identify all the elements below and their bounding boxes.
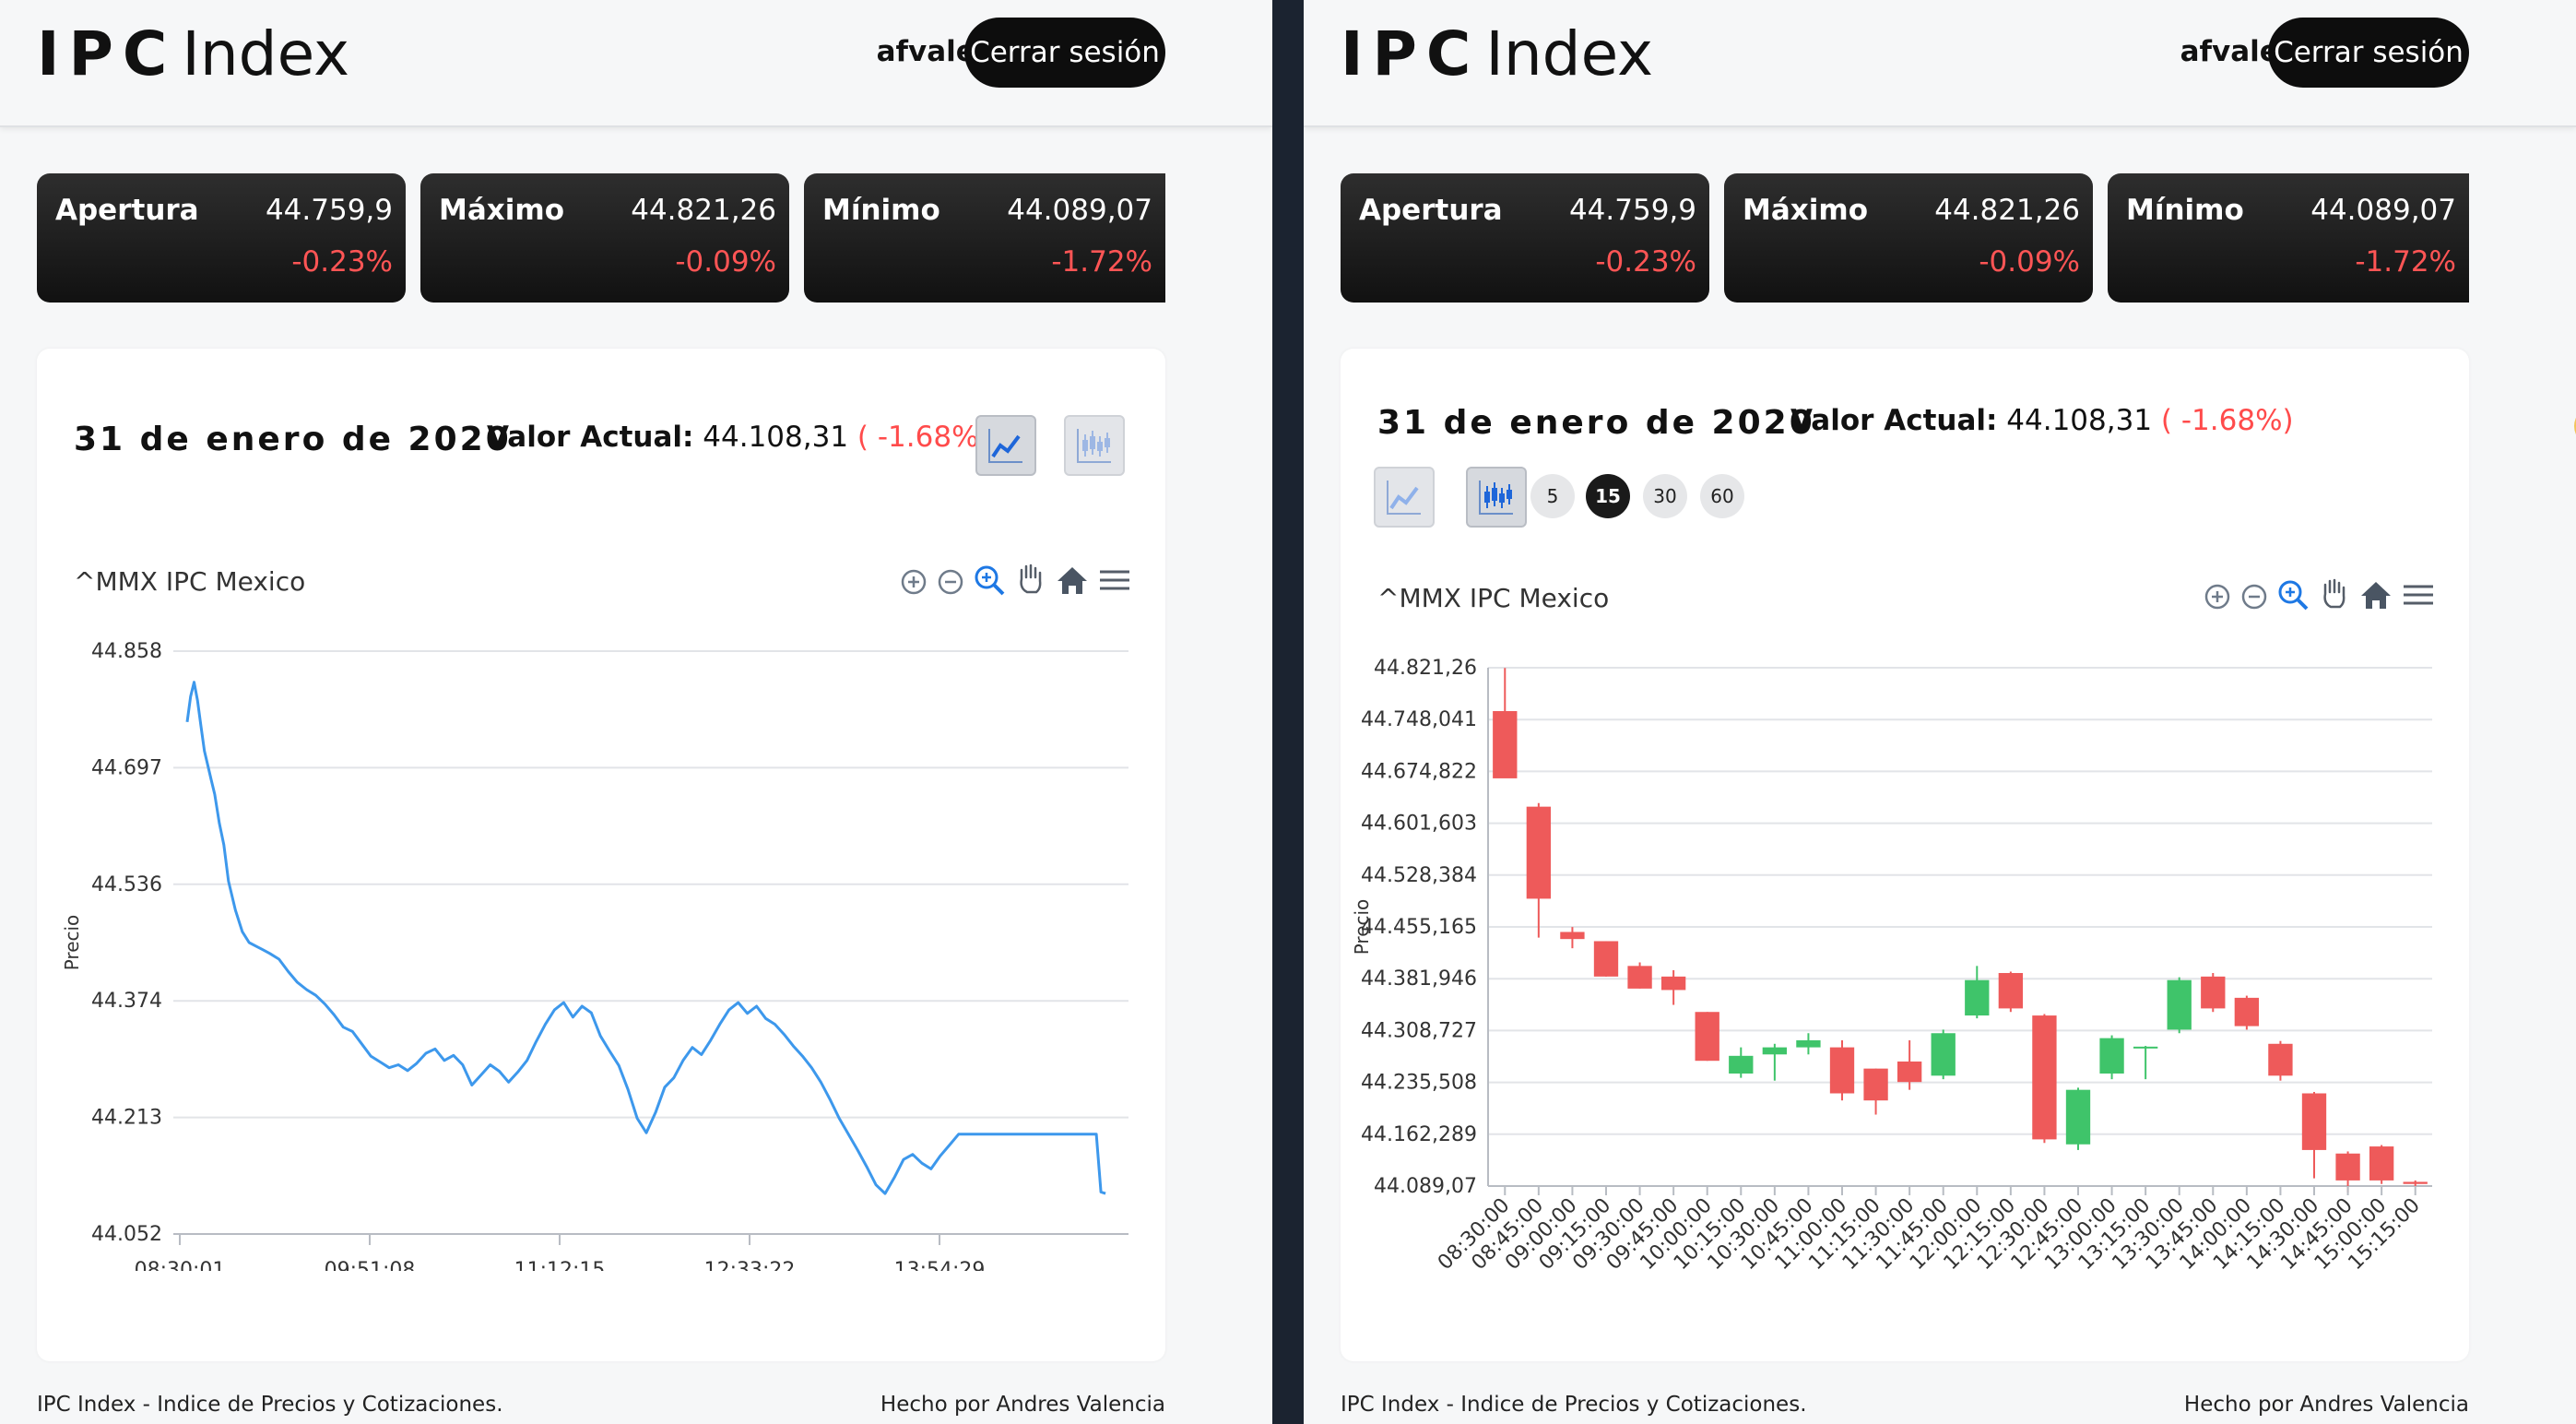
candle-body xyxy=(2065,1089,2091,1145)
logo-light: Index xyxy=(1485,18,1654,89)
panel-divider xyxy=(1272,0,1304,1424)
stat-value: 44.089,07 xyxy=(2310,194,2456,227)
candle-body xyxy=(2234,997,2260,1026)
candle-body xyxy=(1593,941,1619,977)
candle-body xyxy=(1493,711,1518,778)
logo-light: Index xyxy=(182,18,350,89)
candle-body xyxy=(2201,976,2226,1009)
candle-body xyxy=(1526,806,1552,899)
candle-body xyxy=(1829,1047,1855,1094)
stat-change: -1.72% xyxy=(1051,245,1152,279)
candle-body xyxy=(2403,1181,2428,1184)
x-tick-label: 09:51:08 xyxy=(325,1259,416,1271)
y-axis-label: Precio xyxy=(61,915,83,971)
candle-body xyxy=(2301,1093,2327,1150)
footer-left-text: IPC Index - Indice de Precios y Cotizaci… xyxy=(37,1393,503,1417)
footer-left-text: IPC Index - Indice de Precios y Cotizaci… xyxy=(1341,1393,1807,1417)
candlestick-chart: 44.089,07 44.162,289 44.235,508 44.308,727 4… xyxy=(1351,657,2432,1275)
stat-label: Máximo xyxy=(439,194,564,227)
logo-strong: IPC xyxy=(1341,18,1481,89)
app-logo[interactable]: IPCIndex xyxy=(1341,18,1653,89)
chart-card: 31 de enero de 2020 Valor Actual: 44.108… xyxy=(37,349,1165,1361)
header-bar: IPCIndex afvalenciab Cerrar sesión xyxy=(0,0,1272,127)
y-tick-label: 44.381,946 xyxy=(1361,967,1477,991)
candle-body xyxy=(1660,976,1686,991)
footer-right-text: Hecho por Andres Valencia xyxy=(880,1393,1165,1417)
y-tick-label: 44.235,508 xyxy=(1361,1072,1477,1095)
app-logo[interactable]: IPCIndex xyxy=(37,18,349,89)
y-tick-label: 44.455,165 xyxy=(1361,916,1477,939)
stat-change: -1.72% xyxy=(2355,245,2456,279)
y-tick-label: 44.089,07 xyxy=(1374,1175,1477,1198)
stat-card-minimo: Mínimo 44.089,07 -1.72% xyxy=(804,173,1165,303)
candle-body xyxy=(2268,1043,2293,1076)
browser-panel-line-view: IPCIndex afvalenciab Cerrar sesión Apert… xyxy=(0,0,1272,1424)
stat-value: 44.759,9 xyxy=(265,194,393,227)
candle-body xyxy=(1998,973,2024,1009)
logo-strong: IPC xyxy=(37,18,177,89)
stat-card-minimo: Mínimo 44.089,07 -1.72% xyxy=(2108,173,2469,303)
stat-label: Mínimo xyxy=(2126,194,2244,227)
candle-body xyxy=(1931,1033,1956,1076)
stat-change: -0.23% xyxy=(291,245,393,279)
candle-body xyxy=(2099,1038,2124,1074)
stat-value: 44.821,26 xyxy=(631,194,776,227)
x-tick-label: 13:54:29 xyxy=(894,1259,986,1271)
x-tick-label: 12:33:22 xyxy=(704,1259,796,1271)
candle-body xyxy=(1627,966,1652,989)
candle-body xyxy=(1762,1047,1788,1055)
stat-label: Apertura xyxy=(55,194,199,227)
stat-change: -0.23% xyxy=(1595,245,1696,279)
stat-label: Máximo xyxy=(1743,194,1868,227)
stat-label: Mínimo xyxy=(822,194,940,227)
y-tick-label: 44.748,041 xyxy=(1361,708,1477,731)
candle-body xyxy=(2335,1153,2360,1181)
y-tick-label: 44.674,822 xyxy=(1361,760,1477,783)
candle-body xyxy=(1863,1068,1888,1101)
stat-card-maximo: Máximo 44.821,26 -0.09% xyxy=(420,173,789,303)
chart-card: 31 de enero de 2020 Valor Actual: 44.108… xyxy=(1341,349,2469,1361)
y-tick-label: 44.308,727 xyxy=(1361,1019,1477,1042)
stat-card-maximo: Máximo 44.821,26 -0.09% xyxy=(1724,173,2093,303)
stat-change: -0.09% xyxy=(675,245,776,279)
header-bar: IPCIndex afvalenciab Cerrar sesión xyxy=(1304,0,2576,127)
x-tick-label: 11:12:15 xyxy=(514,1259,606,1271)
y-tick-label: 44.821,26 xyxy=(1374,657,1477,680)
y-axis-label: Precio xyxy=(1351,899,1373,955)
logout-button[interactable]: Cerrar sesión xyxy=(964,18,1165,88)
stat-card-apertura: Apertura 44.759,9 -0.23% xyxy=(37,173,406,303)
candle-body xyxy=(1965,979,1990,1016)
y-tick-label: 44.697 xyxy=(91,756,162,779)
stat-change: -0.09% xyxy=(1979,245,2080,279)
stat-card-apertura: Apertura 44.759,9 -0.23% xyxy=(1341,173,1709,303)
candle-body xyxy=(1729,1055,1754,1074)
footer-right-text: Hecho por Andres Valencia xyxy=(2183,1393,2469,1417)
x-tick-label: 08:30:01 xyxy=(135,1259,226,1271)
candle-body xyxy=(1897,1061,1922,1083)
candle-body xyxy=(1560,932,1585,940)
candle-body xyxy=(2167,979,2192,1030)
y-tick-label: 44.162,289 xyxy=(1361,1123,1477,1146)
browser-panel-candlestick-view: IPCIndex afvalenciab Cerrar sesión Apert… xyxy=(1304,0,2576,1424)
stat-label: Apertura xyxy=(1359,194,1503,227)
y-tick-label: 44.536 xyxy=(91,873,162,896)
stat-value: 44.821,26 xyxy=(1934,194,2080,227)
y-tick-label: 44.213 xyxy=(91,1107,162,1130)
stat-value: 44.759,9 xyxy=(1568,194,1696,227)
y-tick-label: 44.528,384 xyxy=(1361,864,1477,887)
y-tick-label: 44.858 xyxy=(91,640,162,663)
line-chart: 44.052 44.213 44.374 44.536 44.697 44.858 Prec… xyxy=(61,640,1128,1271)
stat-value: 44.089,07 xyxy=(1007,194,1152,227)
candle-body xyxy=(1695,1012,1719,1062)
candle-body xyxy=(2369,1146,2394,1181)
y-tick-label: 44.052 xyxy=(91,1223,162,1246)
candle-body xyxy=(2133,1046,2158,1049)
y-tick-label: 44.374 xyxy=(91,990,162,1013)
candle-body xyxy=(1796,1039,1821,1048)
candle-body xyxy=(2032,1015,2057,1140)
y-tick-label: 44.601,603 xyxy=(1361,813,1477,836)
logout-button[interactable]: Cerrar sesión xyxy=(2268,18,2469,88)
